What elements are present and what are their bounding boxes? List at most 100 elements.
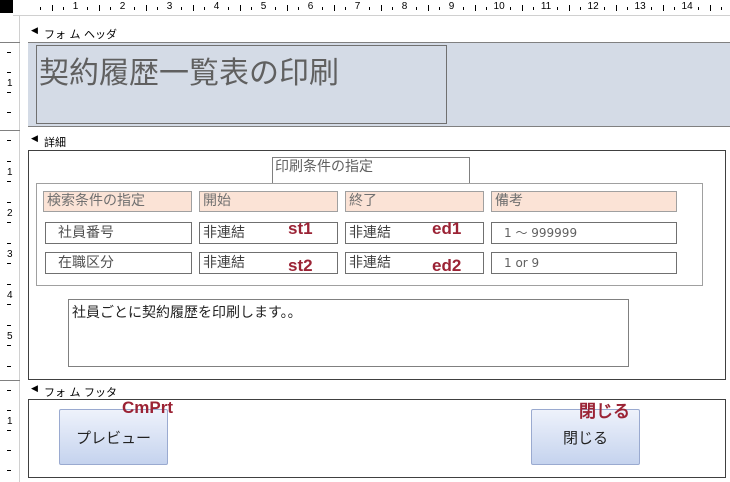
ruler-tick	[7, 112, 11, 113]
ruler-tick	[7, 430, 11, 431]
title-label-box[interactable]: 契約履歴一覧表の印刷	[36, 45, 447, 124]
ruler-separator	[0, 42, 20, 43]
ruler-number: 5	[7, 331, 13, 342]
description-label[interactable]: 社員ごとに契約履歴を印刷します。。	[68, 299, 629, 367]
ruler-tick	[157, 7, 159, 10]
ruler-tick	[650, 7, 652, 10]
note-field-1[interactable]: 1 〜 999999	[491, 222, 677, 244]
ruler-tick	[192, 5, 194, 11]
ruler-tick	[274, 7, 276, 10]
ruler-separator	[0, 380, 20, 381]
ruler-tick	[662, 5, 664, 11]
ruler-number: 12	[587, 1, 599, 12]
ruler-tick	[7, 160, 11, 162]
ruler-tick	[674, 7, 676, 10]
ruler-tick	[333, 5, 335, 11]
ruler-tick	[98, 5, 100, 11]
end-field-1[interactable]: 非連結	[345, 222, 484, 244]
ruler-tick	[7, 283, 11, 285]
ruler-number: 3	[166, 1, 173, 12]
ruler-tick	[345, 7, 347, 10]
ruler-tick	[145, 5, 147, 11]
control-name-close: 閉じる	[579, 402, 630, 421]
ruler-tick	[474, 5, 476, 11]
ruler-tick	[7, 410, 11, 411]
ruler-number: 5	[260, 1, 267, 12]
ruler-number: 4	[213, 1, 220, 12]
horizontal-ruler[interactable]: 1 2 3 4 5 6 7 8 9 10 11 12 13 14	[13, 0, 730, 16]
vertical-ruler[interactable]: 1 1 2 3 4 5 1	[0, 16, 20, 482]
control-name-st1: st1	[288, 219, 313, 238]
ruler-tick	[462, 7, 464, 10]
column-header-start[interactable]: 開始	[199, 191, 338, 212]
ruler-tick	[7, 52, 11, 53]
ruler-tick	[7, 470, 11, 471]
ruler-tick	[39, 7, 41, 10]
ruler-tick	[7, 72, 11, 73]
start-field-2[interactable]: 非連結	[199, 252, 338, 274]
end-field-2[interactable]: 非連結	[345, 252, 484, 274]
ruler-number: 3	[7, 249, 13, 260]
ruler-tick	[721, 7, 723, 10]
ruler-tick	[110, 7, 112, 10]
ruler-tick	[7, 201, 11, 203]
ruler-number: 7	[354, 1, 361, 12]
ruler-number: 1	[7, 167, 13, 178]
column-header-note[interactable]: 備考	[491, 191, 677, 212]
section-marker-icon: ◀	[31, 384, 38, 394]
ruler-number: 13	[634, 1, 646, 12]
conditions-group-title[interactable]: 印刷条件の指定	[272, 157, 470, 183]
ruler-tick	[427, 5, 429, 11]
row-label-employment-status[interactable]: 在職区分	[45, 252, 192, 274]
ruler-number: 8	[401, 1, 408, 12]
ruler-tick	[86, 7, 88, 10]
ruler-tick	[556, 7, 558, 10]
ruler-tick	[603, 7, 605, 10]
ruler-tick	[392, 7, 394, 10]
ruler-separator	[0, 130, 20, 131]
ruler-tick	[7, 263, 11, 264]
ruler-tick	[580, 7, 582, 10]
ruler-number: 9	[448, 1, 455, 12]
ruler-tick	[321, 7, 323, 10]
ruler-tick	[7, 222, 11, 223]
ruler-number: 2	[7, 208, 13, 219]
ruler-tick	[133, 7, 135, 10]
ruler-tick	[439, 7, 441, 10]
ruler-tick	[63, 7, 65, 10]
control-name-ed1: ed1	[432, 219, 462, 238]
ruler-tick	[568, 5, 570, 11]
ruler-tick	[509, 7, 511, 10]
ruler-tick	[533, 7, 535, 10]
ruler-number: 14	[681, 1, 693, 12]
column-header-end[interactable]: 終了	[345, 191, 484, 212]
ruler-tick	[51, 5, 53, 11]
ruler-number: 2	[119, 1, 126, 12]
note-field-2[interactable]: 1 or 9	[491, 252, 677, 274]
ruler-tick	[7, 140, 11, 141]
form-footer-label: フォ ム フッタ	[44, 386, 117, 399]
form-header-bar[interactable]: ◀ フォ ム ヘッダ	[28, 22, 730, 42]
ruler-tick	[227, 7, 229, 10]
ruler-tick	[251, 7, 253, 10]
ruler-tick	[380, 5, 382, 11]
ruler-number: 11	[540, 1, 552, 12]
form-header-label: フォ ム ヘッダ	[44, 28, 117, 41]
ruler-tick	[7, 242, 11, 244]
detail-bar[interactable]: ◀ 詳細	[28, 130, 730, 150]
ruler-number: 1	[7, 78, 13, 89]
page-title: 契約履歴一覧表の印刷	[39, 56, 339, 91]
ruler-tick	[286, 5, 288, 11]
column-header-criteria[interactable]: 検索条件の指定	[43, 191, 192, 212]
ruler-tick	[368, 7, 370, 10]
ruler-number: 1	[72, 1, 79, 12]
section-marker-icon: ◀	[31, 134, 38, 144]
section-marker-icon: ◀	[31, 26, 38, 36]
row-label-employee-number[interactable]: 社員番号	[45, 222, 192, 244]
control-name-st2: st2	[288, 256, 313, 275]
ruler-tick	[615, 5, 617, 11]
start-field-1[interactable]: 非連結	[199, 222, 338, 244]
ruler-number: 10	[493, 1, 505, 12]
ruler-tick	[7, 92, 11, 93]
ruler-number: 4	[7, 290, 13, 301]
